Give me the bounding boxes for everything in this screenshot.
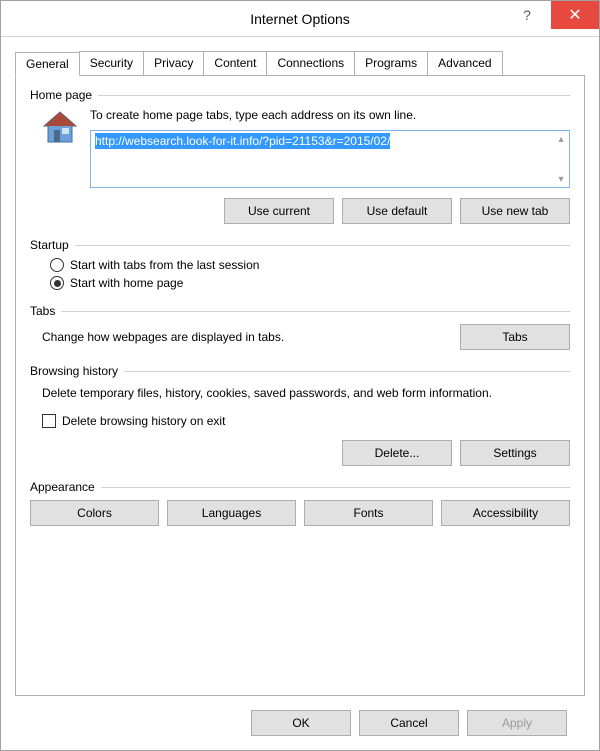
tab-programs[interactable]: Programs [354, 51, 428, 75]
homepage-url-text: http://websearch.look-for-it.info/?pid=2… [95, 133, 390, 149]
homepage-group: Home page To create home page tabs, type… [30, 88, 570, 224]
checkbox-icon [42, 414, 56, 428]
radio-icon [50, 276, 64, 290]
colors-button[interactable]: Colors [30, 500, 159, 526]
cancel-button[interactable]: Cancel [359, 710, 459, 736]
history-title: Browsing history [30, 364, 118, 378]
titlebar-controls: ? ✕ [503, 1, 599, 36]
tabs-desc: Change how webpages are displayed in tab… [42, 330, 284, 344]
delete-on-exit-checkbox[interactable]: Delete browsing history on exit [42, 414, 570, 428]
use-default-button[interactable]: Use default [342, 198, 452, 224]
divider [75, 245, 570, 246]
help-button[interactable]: ? [503, 1, 551, 29]
appearance-group: Appearance Colors Languages Fonts Access… [30, 480, 570, 526]
divider [124, 371, 570, 372]
divider [61, 311, 570, 312]
delete-button[interactable]: Delete... [342, 440, 452, 466]
checkbox-label: Delete browsing history on exit [62, 414, 225, 428]
radio-last-session[interactable]: Start with tabs from the last session [50, 258, 570, 272]
radio-label: Start with home page [70, 276, 183, 290]
tab-general[interactable]: General [15, 52, 80, 76]
appearance-title: Appearance [30, 480, 95, 494]
use-new-tab-button[interactable]: Use new tab [460, 198, 570, 224]
startup-group: Startup Start with tabs from the last se… [30, 238, 570, 290]
tab-content[interactable]: Content [203, 51, 267, 75]
tabs-button[interactable]: Tabs [460, 324, 570, 350]
history-settings-button[interactable]: Settings [460, 440, 570, 466]
window-title: Internet Options [250, 11, 350, 27]
close-icon: ✕ [568, 5, 581, 25]
scroll-up-icon[interactable]: ▴ [554, 132, 568, 146]
radio-icon [50, 258, 64, 272]
home-icon [40, 108, 80, 148]
scroll-down-icon[interactable]: ▾ [554, 172, 568, 186]
apply-button[interactable]: Apply [467, 710, 567, 736]
accessibility-button[interactable]: Accessibility [441, 500, 570, 526]
use-current-button[interactable]: Use current [224, 198, 334, 224]
homepage-desc: To create home page tabs, type each addr… [90, 108, 570, 122]
content-area: General Security Privacy Content Connect… [1, 37, 599, 750]
internet-options-window: Internet Options ? ✕ General Security Pr… [0, 0, 600, 751]
history-desc: Delete temporary files, history, cookies… [42, 384, 570, 402]
fonts-button[interactable]: Fonts [304, 500, 433, 526]
radio-home-page[interactable]: Start with home page [50, 276, 570, 290]
tabs-group: Tabs Change how webpages are displayed i… [30, 304, 570, 350]
close-button[interactable]: ✕ [551, 1, 599, 29]
divider [98, 95, 570, 96]
tab-connections[interactable]: Connections [266, 51, 355, 75]
dialog-footer: OK Cancel Apply [15, 696, 585, 750]
tab-strip: General Security Privacy Content Connect… [15, 51, 585, 76]
general-panel: Home page To create home page tabs, type… [15, 76, 585, 696]
tabs-title: Tabs [30, 304, 55, 318]
homepage-url-field[interactable]: http://websearch.look-for-it.info/?pid=2… [90, 130, 570, 188]
ok-button[interactable]: OK [251, 710, 351, 736]
radio-label: Start with tabs from the last session [70, 258, 259, 272]
languages-button[interactable]: Languages [167, 500, 296, 526]
divider [101, 487, 570, 488]
tab-advanced[interactable]: Advanced [427, 51, 502, 75]
tab-privacy[interactable]: Privacy [143, 51, 204, 75]
history-group: Browsing history Delete temporary files,… [30, 364, 570, 466]
startup-title: Startup [30, 238, 69, 252]
titlebar: Internet Options ? ✕ [1, 1, 599, 37]
homepage-title: Home page [30, 88, 92, 102]
tab-security[interactable]: Security [79, 51, 144, 75]
